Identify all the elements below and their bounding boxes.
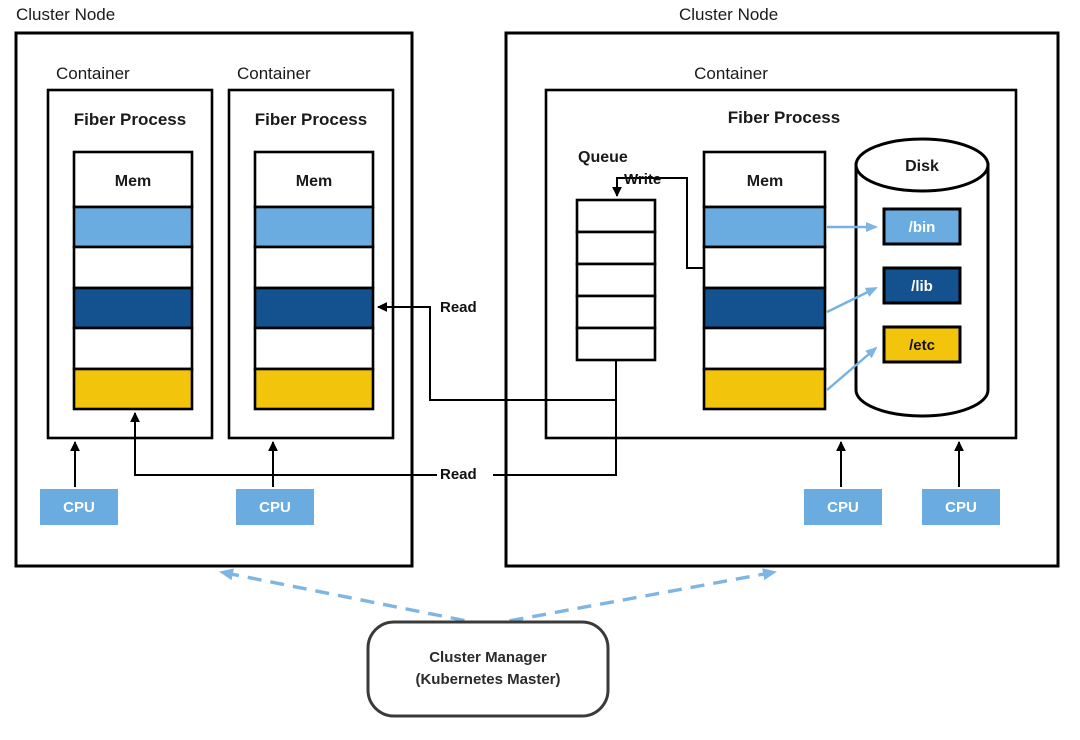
right-cpu-1-label: CPU — [827, 499, 859, 516]
left-container-2-label: Container — [237, 64, 311, 83]
write-label: Write — [624, 171, 661, 188]
queue-label: Queue — [578, 149, 628, 166]
right-mem-label: Mem — [747, 173, 783, 190]
disk-partition-lib-label: /lib — [911, 278, 933, 295]
left-mem-1-cell-0 — [72, 205, 194, 249]
left-mem-2-cell-1 — [253, 245, 375, 290]
right-cpu-2-label: CPU — [945, 499, 977, 516]
left-mem-1-label: Mem — [115, 173, 151, 190]
cluster-manager-box[interactable]: Cluster Manager (Kubernetes Master) — [366, 620, 610, 718]
left-mem-2: Mem — [253, 150, 375, 411]
left-mem-1-cell-3 — [72, 326, 194, 371]
left-mem-2-cell-4 — [253, 367, 375, 411]
left-cluster-node-label: Cluster Node — [16, 5, 115, 24]
left-cpu-1-label: CPU — [63, 499, 95, 516]
right-cpu-2: CPU — [922, 489, 1000, 525]
read-upper-label: Read — [440, 299, 477, 316]
manager-to-right-node-link — [486, 568, 777, 627]
left-container-1-label: Container — [56, 64, 130, 83]
left-mem-2-cell-3 — [253, 326, 375, 371]
queue-box — [575, 198, 657, 362]
right-cpu-1: CPU — [804, 489, 882, 525]
queue-cell-0 — [575, 198, 657, 234]
queue-cell-3 — [575, 294, 657, 330]
left-cpu-1: CPU — [40, 489, 118, 525]
left-fiber-process-1-label: Fiber Process — [74, 110, 186, 129]
manager-to-left-node-link — [219, 568, 488, 627]
read-lower-label: Read — [440, 466, 477, 483]
right-mem-cell-1 — [702, 245, 827, 290]
right-mem: Mem — [702, 150, 827, 411]
disk-label: Disk — [905, 158, 939, 175]
left-mem-2-label: Mem — [296, 173, 332, 190]
left-cpu-2: CPU — [236, 489, 314, 525]
left-mem-2-cell-0 — [253, 205, 375, 249]
disk-partition-bin-label: /bin — [909, 219, 936, 236]
left-mem-1-cell-1 — [72, 245, 194, 290]
left-mem-1: Mem — [72, 150, 194, 411]
left-mem-2-cell-2 — [253, 286, 375, 330]
right-mem-cell-3 — [702, 326, 827, 371]
diagram-canvas: Cluster Node Container Fiber Process Mem… — [0, 0, 1080, 740]
right-mem-cell-4 — [702, 367, 827, 411]
right-fiber-process-label: Fiber Process — [728, 108, 840, 127]
left-fiber-process-2-label: Fiber Process — [255, 110, 367, 129]
right-mem-cell-0 — [702, 205, 827, 249]
left-mem-1-cell-2 — [72, 286, 194, 330]
left-cpu-2-label: CPU — [259, 499, 291, 516]
cluster-manager-line2: (Kubernetes Master) — [415, 671, 560, 688]
disk-cylinder: Disk /bin /lib /etc — [854, 137, 990, 418]
right-mem-cell-2 — [702, 286, 827, 330]
queue-cell-4 — [575, 326, 657, 362]
queue-cell-2 — [575, 262, 657, 298]
left-mem-1-cell-4 — [72, 367, 194, 411]
queue-cell-1 — [575, 230, 657, 266]
right-cluster-node-label: Cluster Node — [679, 5, 778, 24]
right-container-label: Container — [694, 64, 768, 83]
disk-partition-etc-label: /etc — [909, 337, 935, 354]
cluster-manager-line1: Cluster Manager — [429, 649, 547, 666]
